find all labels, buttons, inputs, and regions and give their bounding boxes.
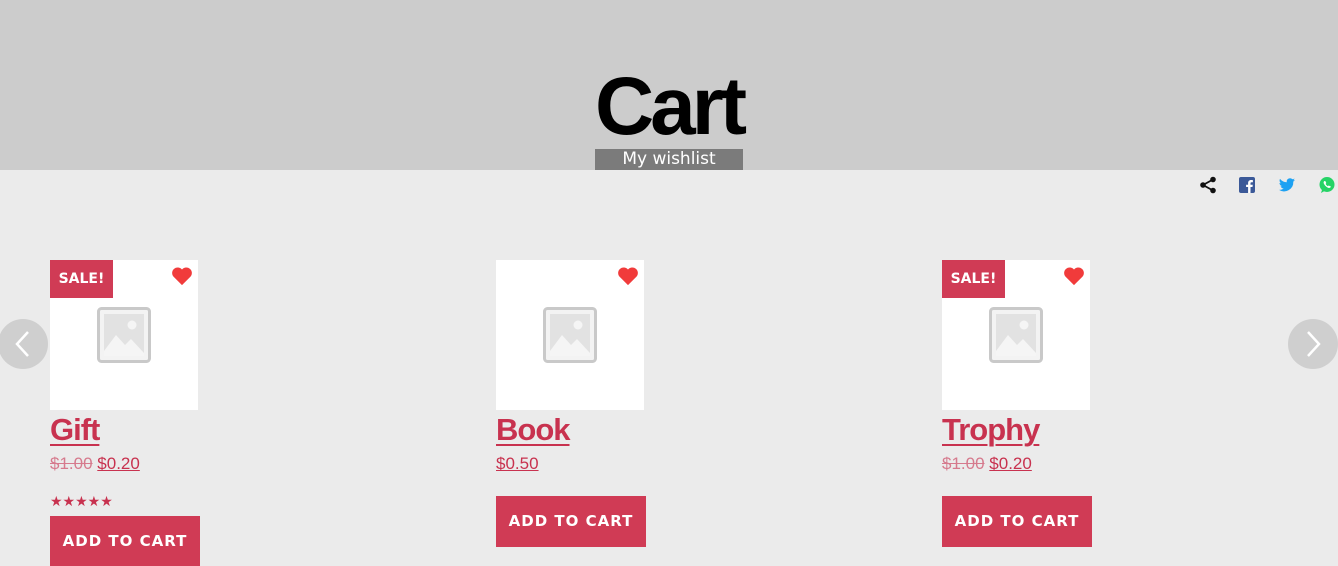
product-price: $1.00 $0.20: [942, 454, 1032, 474]
add-to-cart-button[interactable]: ADD TO CART: [50, 516, 200, 566]
add-to-cart-button[interactable]: ADD TO CART: [496, 496, 646, 547]
image-placeholder-icon: [543, 307, 597, 363]
product-title[interactable]: Book: [496, 410, 570, 450]
sale-price: $0.50: [496, 454, 539, 473]
heart-icon[interactable]: [171, 266, 193, 286]
carousel-prev-button[interactable]: [0, 319, 48, 369]
carousel-next-button[interactable]: [1288, 319, 1338, 369]
image-placeholder-icon: [97, 307, 151, 363]
chevron-left-icon: [15, 331, 29, 357]
product-price: $0.50: [496, 454, 539, 474]
page-header: Cart My wishlist: [0, 0, 1338, 170]
old-price: $1.00: [50, 454, 93, 473]
star-rating: ★★★★★: [50, 493, 113, 509]
old-price: $1.00: [942, 454, 985, 473]
whatsapp-icon[interactable]: [1318, 176, 1336, 194]
sale-price: $0.20: [97, 454, 140, 473]
image-placeholder-icon: [989, 307, 1043, 363]
twitter-icon[interactable]: [1278, 176, 1296, 194]
wishlist-label: My wishlist: [595, 149, 743, 170]
chevron-right-icon: [1307, 331, 1321, 357]
heart-icon[interactable]: [617, 266, 639, 286]
sale-price: $0.20: [989, 454, 1032, 473]
facebook-icon[interactable]: [1238, 176, 1256, 194]
sale-badge: SALE!: [942, 260, 1005, 298]
page-title: Cart: [594, 61, 747, 152]
heart-icon[interactable]: [1063, 266, 1085, 286]
add-to-cart-button[interactable]: ADD TO CART: [942, 496, 1092, 547]
share-icon[interactable]: [1199, 176, 1217, 194]
product-title[interactable]: Gift: [50, 410, 100, 450]
sale-badge: SALE!: [50, 260, 113, 298]
product-title[interactable]: Trophy: [942, 410, 1040, 450]
product-price: $1.00 $0.20: [50, 454, 140, 474]
